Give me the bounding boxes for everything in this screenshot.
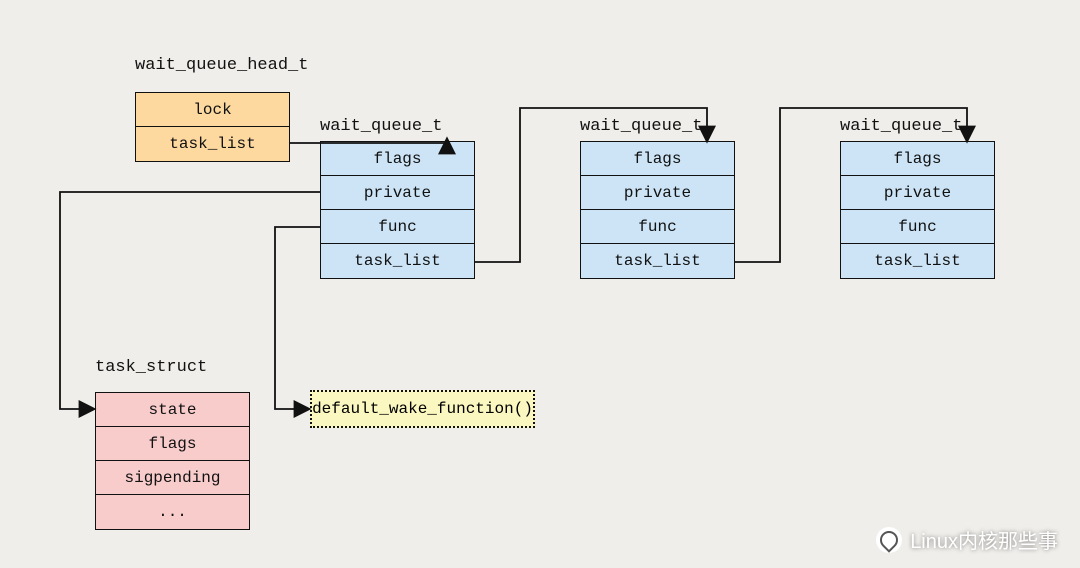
- field-task-list: task_list: [136, 127, 289, 161]
- watermark-text: Linux内核那些事: [910, 525, 1058, 554]
- field-task-list: task_list: [321, 244, 474, 278]
- field-private: private: [581, 176, 734, 210]
- field-private: private: [841, 176, 994, 210]
- diagram-canvas: wait_queue_head_t lock task_list wait_qu…: [0, 0, 1080, 568]
- label-wait-queue-t-3: wait_queue_t: [840, 117, 962, 136]
- label-wait-queue-t-2: wait_queue_t: [580, 117, 702, 136]
- field-private: private: [321, 176, 474, 210]
- field-flags: flags: [321, 142, 474, 176]
- field-flags: flags: [841, 142, 994, 176]
- field-flags: flags: [581, 142, 734, 176]
- field-func: func: [321, 210, 474, 244]
- default-wake-function-box: default_wake_function(): [310, 390, 535, 428]
- field-task-list: task_list: [841, 244, 994, 278]
- field-flags: flags: [96, 427, 249, 461]
- field-func: func: [581, 210, 734, 244]
- wechat-icon: [876, 527, 902, 553]
- label-wait-queue-head: wait_queue_head_t: [135, 56, 308, 75]
- label-task-struct: task_struct: [95, 358, 207, 377]
- label-wait-queue-t-1: wait_queue_t: [320, 117, 442, 136]
- struct-wait-queue-t-2: flags private func task_list: [580, 141, 735, 279]
- field-state: state: [96, 393, 249, 427]
- struct-wait-queue-head: lock task_list: [135, 92, 290, 162]
- struct-wait-queue-t-3: flags private func task_list: [840, 141, 995, 279]
- watermark: Linux内核那些事: [876, 525, 1058, 554]
- field-sigpending: sigpending: [96, 461, 249, 495]
- field-lock: lock: [136, 93, 289, 127]
- field-more: ...: [96, 495, 249, 529]
- field-task-list: task_list: [581, 244, 734, 278]
- struct-task-struct: state flags sigpending ...: [95, 392, 250, 530]
- field-func: func: [841, 210, 994, 244]
- struct-wait-queue-t-1: flags private func task_list: [320, 141, 475, 279]
